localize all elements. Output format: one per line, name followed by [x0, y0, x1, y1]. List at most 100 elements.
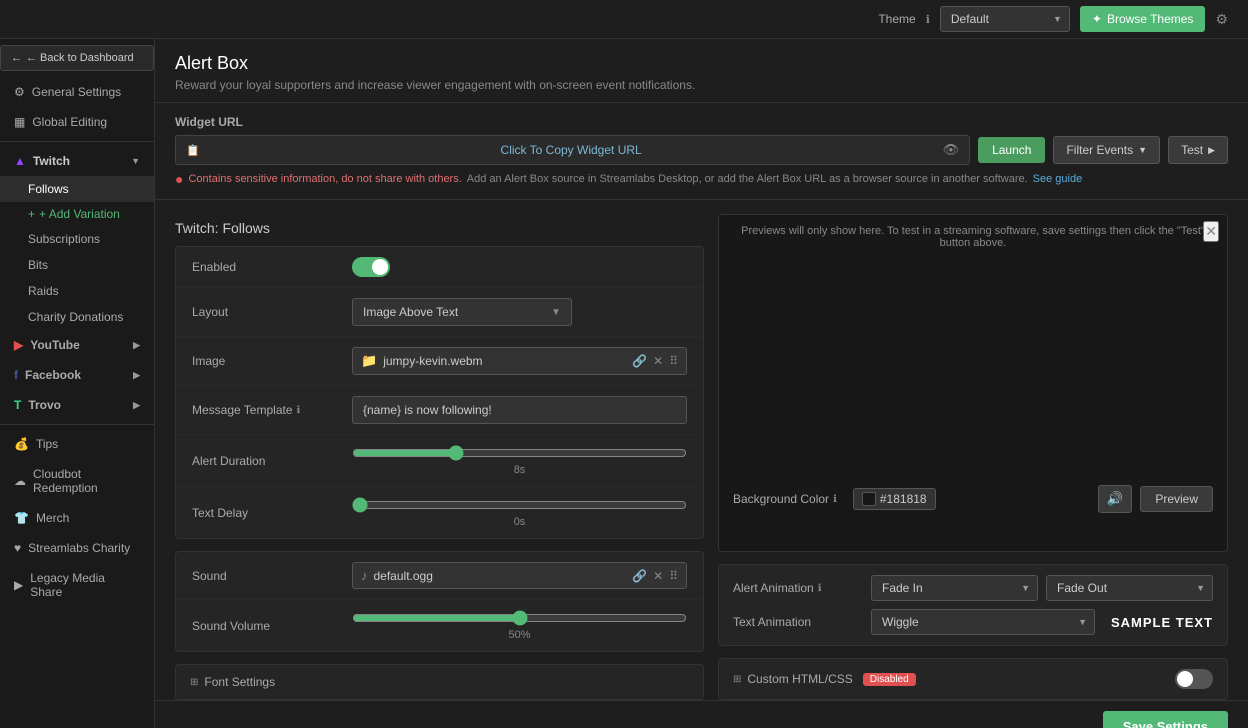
preview-area: [733, 267, 1213, 467]
test-button[interactable]: Test ▶: [1168, 136, 1228, 164]
custom-html-expand-icon: ⊞: [733, 674, 741, 685]
color-value: #181818: [880, 492, 927, 506]
sound-grid-icon[interactable]: ⠿: [669, 569, 678, 583]
image-filename: jumpy-kevin.webm: [383, 354, 626, 368]
enabled-toggle[interactable]: [352, 257, 390, 277]
plus-icon: +: [28, 207, 35, 221]
custom-html-card: ⊞ Custom HTML/CSS Disabled: [718, 658, 1228, 700]
color-swatch[interactable]: [862, 492, 876, 506]
sidebar-group-trovo[interactable]: T Trovo ▶: [0, 390, 154, 420]
theme-select[interactable]: Default: [940, 6, 1070, 32]
setting-row-image: Image 📁 jumpy-kevin.webm 🔗 ✕ ⠿: [176, 337, 703, 386]
sidebar-item-bits[interactable]: Bits: [0, 252, 154, 278]
eye-icon[interactable]: 👁: [943, 142, 960, 158]
sound-link-icon[interactable]: 🔗: [632, 569, 647, 583]
text-delay-slider[interactable]: [352, 497, 687, 513]
sound-label: Sound: [192, 569, 352, 583]
alert-anim-in-select[interactable]: Fade In: [871, 575, 1038, 601]
see-guide-link[interactable]: See guide: [1033, 173, 1083, 185]
sample-text: SAMPLE TEXT: [1111, 615, 1213, 630]
panels-wrap: Twitch: Follows Enabled Layou: [155, 200, 1248, 700]
twitch-icon: ▲: [14, 154, 26, 168]
back-arrow-icon: ←: [11, 52, 22, 64]
sound-file-input[interactable]: ♪ default.ogg 🔗 ✕ ⠿: [352, 562, 687, 589]
layout-arrow-icon: ▼: [551, 307, 561, 318]
sound-volume-slider[interactable]: [352, 610, 687, 626]
text-delay-label: Text Delay: [192, 506, 352, 520]
sidebar-item-general-settings[interactable]: ⚙ General Settings: [0, 77, 154, 107]
back-to-dashboard-button[interactable]: ← ← Back to Dashboard: [0, 45, 154, 71]
alert-animation-label: Alert Animation ℹ: [733, 581, 863, 595]
sidebar-group-twitch[interactable]: ▲ Twitch ▼: [0, 146, 154, 176]
preview-button[interactable]: Preview: [1140, 486, 1213, 512]
sound-card: Sound ♪ default.ogg 🔗 ✕ ⠿ Sou: [175, 551, 704, 652]
sidebar-item-tips[interactable]: 💰 Tips: [0, 429, 154, 459]
font-settings-header[interactable]: ⊞ Font Settings: [176, 665, 703, 699]
message-template-input[interactable]: [352, 396, 687, 424]
sidebar-item-cloudbot-redemption[interactable]: ☁ Cloudbot Redemption: [0, 459, 154, 503]
copy-url-text: Click To Copy Widget URL: [206, 143, 937, 157]
main-content: Alert Box Reward your loyal supporters a…: [155, 39, 1248, 728]
filter-events-button[interactable]: Filter Events ▼: [1053, 136, 1160, 164]
custom-html-toggle[interactable]: [1175, 669, 1213, 689]
enabled-label: Enabled: [192, 260, 352, 274]
merch-icon: 👕: [14, 511, 29, 525]
alert-anim-out-select[interactable]: Fade Out: [1046, 575, 1213, 601]
preview-card: Previews will only show here. To test in…: [718, 214, 1228, 552]
settings-card-main: Enabled Layout Image Above Text: [175, 246, 704, 539]
link-icon[interactable]: 🔗: [632, 354, 647, 368]
sidebar-item-subscriptions[interactable]: Subscriptions: [0, 226, 154, 252]
save-settings-button[interactable]: Save Settings: [1103, 711, 1228, 728]
page-subtitle: Reward your loyal supporters and increas…: [175, 78, 1228, 92]
sidebar-item-raids[interactable]: Raids: [0, 278, 154, 304]
sidebar-group-facebook[interactable]: f Facebook ▶: [0, 360, 154, 390]
sidebar-item-follows[interactable]: Follows: [0, 176, 154, 202]
test-arrow-icon: ▶: [1208, 145, 1215, 156]
text-anim-select[interactable]: Wiggle: [871, 609, 1095, 635]
file-icon: 📁: [361, 353, 377, 369]
sidebar-item-merch[interactable]: 👕 Merch: [0, 503, 154, 533]
custom-html-header[interactable]: ⊞ Custom HTML/CSS Disabled: [719, 659, 1227, 699]
grid-icon[interactable]: ⠿: [669, 354, 678, 368]
alert-duration-slider[interactable]: [352, 445, 687, 461]
settings-icon: ⚙: [14, 85, 25, 99]
setting-row-alert-duration: Alert Duration 8s: [176, 435, 703, 487]
sidebar-item-streamlabs-charity[interactable]: ♥ Streamlabs Charity: [0, 533, 154, 563]
browse-themes-button[interactable]: ✦ Browse Themes: [1080, 6, 1206, 32]
bg-color-info-icon: ℹ: [833, 494, 837, 505]
sidebar-group-youtube[interactable]: ▶ YouTube ▶: [0, 330, 154, 360]
browse-themes-icon: ✦: [1092, 12, 1102, 26]
sound-close-icon[interactable]: ✕: [653, 569, 663, 583]
warning-icon: ●: [175, 171, 183, 187]
preview-close-button[interactable]: ✕: [1203, 221, 1219, 242]
info-icon: ℹ: [926, 13, 930, 26]
user-icon: ⚙: [1215, 11, 1228, 28]
bg-color-label: Background Color ℹ: [733, 492, 837, 506]
sidebar-item-charity-donations[interactable]: Charity Donations: [0, 304, 154, 330]
trovo-arrow-icon: ▶: [133, 400, 140, 411]
preview-notice: Previews will only show here. To test in…: [719, 215, 1227, 259]
alert-duration-label: Alert Duration: [192, 454, 352, 468]
bg-color-row: Background Color ℹ #181818 🔊 Preview: [719, 475, 1227, 523]
left-panel: Twitch: Follows Enabled Layou: [175, 214, 704, 700]
mute-button[interactable]: 🔊: [1098, 485, 1133, 513]
warning-row: ● Contains sensitive information, do not…: [175, 171, 1228, 187]
sidebar-item-legacy-media-share[interactable]: ▶ Legacy Media Share: [0, 563, 154, 607]
color-input-wrap[interactable]: #181818: [853, 488, 936, 510]
animation-card: Alert Animation ℹ Fade In ▼: [718, 564, 1228, 646]
add-variation-button[interactable]: + + Add Variation: [0, 202, 154, 226]
launch-button[interactable]: Launch: [978, 137, 1045, 163]
setting-row-message-template: Message Template ℹ: [176, 386, 703, 435]
message-template-label: Message Template ℹ: [192, 403, 352, 417]
alert-duration-value: 8s: [352, 464, 687, 476]
section-title: Twitch: Follows: [175, 214, 704, 246]
layout-dropdown[interactable]: Image Above Text ▼: [352, 298, 572, 326]
sidebar-item-global-editing[interactable]: ▦ Global Editing: [0, 107, 154, 137]
image-file-input[interactable]: 📁 jumpy-kevin.webm 🔗 ✕ ⠿: [352, 347, 687, 375]
close-icon[interactable]: ✕: [653, 354, 663, 368]
copy-url-icon: 📋: [186, 144, 200, 157]
widget-url-section: Widget URL 📋 Click To Copy Widget URL 👁 …: [155, 103, 1248, 200]
youtube-icon: ▶: [14, 338, 23, 352]
widget-url-display: 📋 Click To Copy Widget URL 👁: [175, 135, 970, 165]
cloudbot-icon: ☁: [14, 474, 26, 488]
